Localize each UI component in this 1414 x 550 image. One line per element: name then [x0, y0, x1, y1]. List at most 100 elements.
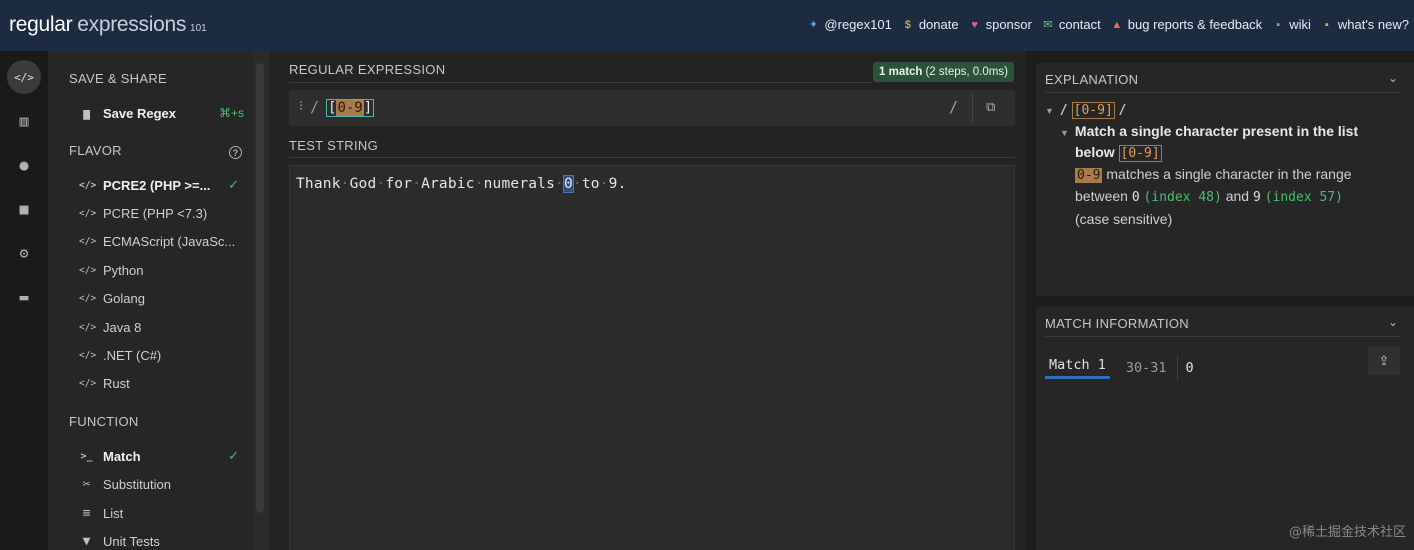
whitespace-marker: · — [340, 176, 350, 192]
code-icon: </> — [79, 321, 97, 333]
function-item-substitution[interactable]: ✂ Substitution — [79, 474, 239, 496]
divider — [1045, 92, 1400, 93]
and-text: and — [1225, 188, 1250, 204]
flavor-item[interactable]: </> Java 8 — [79, 316, 239, 338]
code-icon: </> — [79, 264, 97, 276]
rail-chat[interactable]: ▬ — [7, 280, 41, 314]
test-string-input[interactable]: Thank·God·for·Arabic·numerals·0·to·9. — [289, 165, 1015, 550]
flask-icon: ▼ — [82, 534, 91, 549]
flavor-item[interactable]: </> PCRE2 (PHP >=... ✓ — [79, 174, 239, 196]
root-delimiter: / — [1059, 103, 1068, 118]
save-share-heading: SAVE & SHARE — [69, 71, 168, 86]
flavor-item[interactable]: </> Golang — [79, 288, 239, 310]
flavor-item[interactable]: </> Rust — [79, 373, 239, 395]
flavor-label: Golang — [103, 291, 145, 307]
top-bar: regular expressions 101 ✦ @regex101 $ donat… — [0, 0, 1414, 51]
match-steps: (2 steps, 0.0ms) — [925, 66, 1008, 78]
match-row[interactable]: Match 1 30-31 0 — [1045, 355, 1194, 381]
header-links: ✦ @regex101 $ donate ♥ sponsor ✉ contact ▲ bug re… — [807, 17, 1409, 32]
whitespace-marker: · — [555, 176, 564, 192]
rail-settings[interactable]: ⚙ — [7, 236, 41, 270]
gear-icon: ⚙ — [19, 244, 29, 262]
match-value: 0 — [1185, 360, 1194, 376]
function-label: Unit Tests — [103, 534, 160, 549]
header-link-what-s-new[interactable]: ▪ what's new? — [1321, 17, 1409, 32]
flavor-item[interactable]: </> PCRE (PHP <7.3) — [79, 202, 239, 224]
header-link-bug-reports-feedback[interactable]: ▲ bug reports & feedback — [1111, 17, 1262, 32]
header-link-wiki[interactable]: ▪ wiki — [1272, 17, 1311, 32]
explanation-panel: EXPLANATION ⌄ ▼ / [0-9] / ▼ Match a single… — [1036, 63, 1414, 296]
editor-pane: REGULAR EXPRESSION 1 match (2 steps, 0.0… — [270, 51, 1026, 550]
explanation-node-title: ▼ Match a single character present in the… — [1060, 123, 1358, 139]
rail-library[interactable]: ▥ — [7, 104, 41, 138]
icon-rail: </> ▥ ● ■ ⚙ ▬ — [0, 51, 48, 550]
rail-account[interactable]: ● — [7, 148, 41, 182]
header-link-label: donate — [918, 17, 959, 32]
header-link-label: bug reports & feedback — [1127, 17, 1263, 32]
flavor-label: Rust — [103, 376, 130, 392]
caret-down-icon[interactable]: ▼ — [1060, 128, 1069, 138]
case-text: (case sensitive) — [1075, 211, 1173, 227]
index-start: (index 48) — [1143, 190, 1222, 205]
flavor-label: Java 8 — [103, 319, 142, 335]
root-token: [0-9] — [1071, 102, 1115, 119]
rail-regex-editor[interactable]: </> — [7, 60, 41, 94]
warning-icon: ▲ — [1111, 18, 1123, 31]
explanation-range-line: 0-9 matches a single character in the ra… — [1075, 166, 1352, 184]
chat-icon: ▬ — [19, 288, 29, 306]
export-icon[interactable]: ⇪ — [1368, 347, 1400, 375]
save-regex-button[interactable]: ▆ Save Regex ⌘+s — [79, 102, 244, 124]
function-item-match[interactable]: >_ Match ✓ — [79, 445, 239, 467]
regex-flags-button[interactable]: / — [949, 98, 958, 116]
function-label: Match — [103, 448, 141, 464]
node-title-line1: Match a single character present in the … — [1074, 123, 1359, 139]
flavor-label: .NET (C#) — [103, 347, 162, 363]
function-label: Substitution — [103, 477, 171, 492]
header-link-sponsor[interactable]: ♥ sponsor — [969, 17, 1032, 32]
check-icon: ✓ — [228, 448, 239, 463]
save-shortcut: ⌘+s — [218, 106, 244, 120]
site-logo[interactable]: regular expressions 101 — [9, 13, 207, 37]
header-link-donate[interactable]: $ donate — [902, 17, 959, 32]
function-heading: FUNCTION — [69, 414, 139, 429]
header-link-regex101[interactable]: ✦ @regex101 — [807, 17, 892, 32]
divider — [289, 157, 1015, 158]
explanation-between-line: between 0 (index 48) and 9 (index 57) — [1075, 188, 1343, 205]
flavor-label: Python — [103, 262, 144, 278]
function-item-unit-tests[interactable]: ▼ Unit Tests — [79, 531, 239, 550]
code-icon: </> — [14, 70, 34, 84]
header-link-label: @regex101 — [824, 17, 892, 32]
chevron-down-icon[interactable]: ⌄ — [1388, 315, 1398, 329]
flavor-item[interactable]: </> Python — [79, 259, 239, 281]
twitter-icon: ✦ — [808, 18, 819, 31]
root-delimiter-close: / — [1118, 103, 1127, 118]
range-text: matches a single character in the range — [1106, 166, 1352, 182]
function-item-list[interactable]: ≡ List — [79, 502, 239, 524]
envelope-icon: ✉ — [1043, 18, 1053, 31]
regex-input[interactable]: ⁝ / [0-9] / ⧉ — [289, 90, 1015, 126]
code-icon: </> — [79, 293, 97, 305]
logo-word-expressions: expressions — [77, 13, 187, 36]
test-string-text: Thank·God·for·Arabic·numerals·0·to·9. — [296, 175, 627, 193]
logo-word-regular: regular — [9, 13, 73, 36]
rail-quiz[interactable]: ■ — [7, 192, 41, 226]
test-word: to — [581, 176, 600, 192]
drag-handle-icon[interactable]: ⁝ — [299, 98, 303, 114]
range-token: 0-9 — [1075, 168, 1103, 183]
caret-down-icon[interactable]: ▼ — [1045, 106, 1054, 116]
header-link-label: sponsor — [985, 17, 1032, 32]
regex-delimiter-open: / — [310, 98, 320, 116]
whitespace-marker: · — [572, 176, 582, 192]
test-word: numerals — [483, 176, 556, 192]
header-link-contact[interactable]: ✉ contact — [1042, 17, 1101, 32]
terminal-icon: >_ — [80, 450, 93, 462]
copy-icon[interactable]: ⧉ — [986, 99, 995, 115]
sidebar-scrollbar[interactable] — [256, 63, 264, 513]
match-info-panel: MATCH INFORMATION ⌄ Match 1 30-31 0 ⇪ — [1036, 307, 1414, 550]
help-icon[interactable]: ? — [229, 146, 242, 159]
chevron-down-icon[interactable]: ⌄ — [1388, 71, 1398, 85]
whitespace-marker: · — [474, 176, 484, 192]
flavor-item[interactable]: </> ECMAScript (JavaSc... — [79, 231, 239, 253]
flavor-item[interactable]: </> .NET (C#) — [79, 344, 239, 366]
match-highlight[interactable]: 0 — [562, 175, 574, 193]
